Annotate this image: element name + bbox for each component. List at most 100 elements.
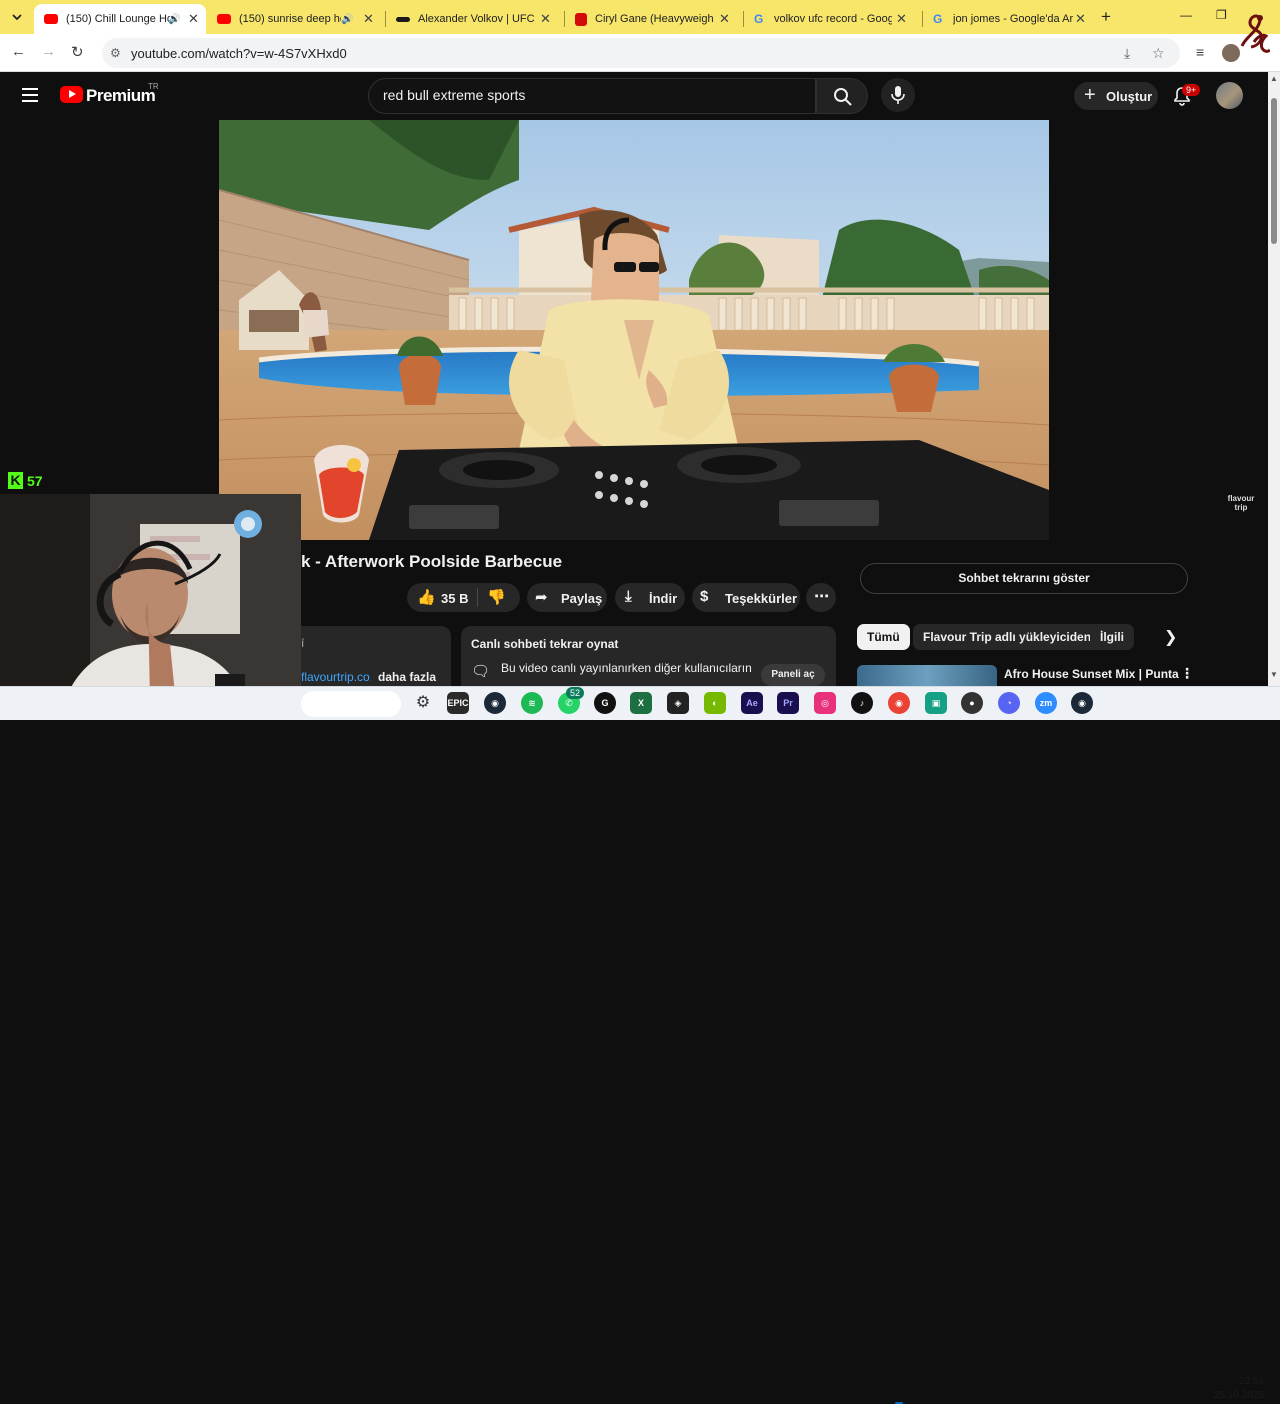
spotify-icon[interactable]: ≋: [521, 692, 543, 714]
description-card[interactable]: í flavourtrip.co... daha fazla: [301, 626, 451, 686]
steam-icon[interactable]: ◉: [1071, 692, 1093, 714]
youtube-brand[interactable]: Premium: [86, 86, 156, 106]
browser-tab-strip: (150) Chill Lounge House 🔊 ✕ (150) sunri…: [0, 0, 1280, 34]
chevron-right-icon[interactable]: ❯: [1164, 627, 1177, 647]
speaker-icon[interactable]: 🔊: [168, 14, 180, 25]
chrome-icon[interactable]: ◉: [888, 692, 910, 714]
video-frame: [219, 120, 1049, 540]
more-vertical-icon[interactable]: ⋮: [1180, 665, 1194, 682]
tab-chill-lounge[interactable]: (150) Chill Lounge House 🔊 ✕: [34, 4, 206, 34]
search-button[interactable]: [816, 78, 868, 114]
creative-cloud-icon[interactable]: ◎: [814, 692, 836, 714]
tab-ciryl-gane[interactable]: Ciryl Gane (Heavyweight) | UFC ✕: [565, 4, 743, 34]
taskbar-search[interactable]: [301, 691, 401, 717]
tab-search-button[interactable]: [6, 6, 28, 28]
excel-icon[interactable]: X: [630, 692, 652, 714]
youtube-icon: [44, 14, 58, 24]
epic-games-icon[interactable]: EPIC: [447, 692, 469, 714]
show-chat-replay-button[interactable]: Sohbet tekrarını göster: [860, 563, 1188, 594]
chevron-down-icon: [12, 14, 22, 20]
forward-icon[interactable]: →: [41, 43, 56, 60]
g-hub-icon[interactable]: G: [594, 692, 616, 714]
search-box[interactable]: [368, 78, 816, 114]
chip-from-uploader[interactable]: Flavour Trip adlı yükleyiciden: [913, 624, 1102, 650]
speaker-icon[interactable]: 🔊: [341, 14, 353, 25]
microphone-icon: [891, 86, 905, 104]
tab-volkov-record[interactable]: G volkov ufc record - Google'da Ara ✕: [744, 4, 922, 34]
discord-icon[interactable]: ◔: [998, 692, 1020, 714]
thanks-icon: $: [700, 588, 709, 605]
restore-icon[interactable]: ❐: [1216, 8, 1227, 22]
tab-title: (150) sunrise deep house: [239, 13, 341, 25]
like-count[interactable]: 35 B: [441, 591, 468, 606]
download-button[interactable]: ⤓ İndir: [615, 583, 685, 612]
steam-icon[interactable]: ◉: [484, 692, 506, 714]
scrollbar-thumb[interactable]: [1271, 98, 1277, 244]
media-control-icon[interactable]: ≡: [1196, 44, 1204, 60]
chip-all[interactable]: Tümü: [857, 624, 910, 650]
more-actions-button[interactable]: ⋯: [806, 583, 836, 612]
video-player[interactable]: [219, 120, 1049, 540]
obs-icon[interactable]: ●: [961, 692, 983, 714]
chat-bubble-icon: 🗨: [471, 663, 491, 680]
share-button[interactable]: ➦ Paylaş: [527, 583, 607, 612]
description-link[interactable]: flavourtrip.co...: [301, 670, 371, 684]
tab-alexander-volkov[interactable]: Alexander Volkov | UFC ✕: [386, 4, 564, 34]
voice-search-button[interactable]: [881, 78, 915, 112]
live-card-text: Bu video canlı yayınlanırken diğer kulla…: [501, 661, 752, 675]
account-avatar[interactable]: [1216, 82, 1243, 109]
close-tab-icon[interactable]: ✕: [896, 11, 907, 27]
settings-gear-icon[interactable]: ⚙: [412, 692, 434, 714]
zoom-icon[interactable]: zm: [1035, 692, 1057, 714]
back-icon[interactable]: ←: [11, 43, 26, 60]
razer-icon[interactable]: ◈: [667, 692, 689, 714]
nvidia-icon[interactable]: ◐: [704, 692, 726, 714]
menu-icon[interactable]: [22, 88, 38, 102]
like-dislike-group: 👍 35 B 👎: [407, 583, 520, 612]
site-info-icon[interactable]: ⚙: [110, 46, 121, 60]
create-label: Oluştur: [1106, 89, 1153, 104]
close-tab-icon[interactable]: ✕: [363, 11, 374, 27]
reload-icon[interactable]: ↻: [71, 43, 84, 61]
divider: [477, 588, 478, 607]
open-panel-button[interactable]: Paneli aç: [761, 664, 825, 686]
notification-count-badge: 9+: [1182, 84, 1201, 96]
tab-title: Ciryl Gane (Heavyweight) | UFC: [595, 13, 713, 25]
tab-jon-jomes[interactable]: G jon jomes - Google'da Ara ✕: [923, 4, 1099, 34]
create-button[interactable]: + Oluştur: [1074, 82, 1158, 110]
after-effects-icon[interactable]: Ae: [741, 692, 763, 714]
ufc-red-icon: [575, 12, 587, 26]
tab-title: Alexander Volkov | UFC: [418, 13, 535, 25]
youtube-logo-icon[interactable]: [60, 86, 83, 103]
android-icon[interactable]: ▣: [925, 692, 947, 714]
close-tab-icon[interactable]: ✕: [719, 11, 730, 27]
windows-taskbar: ⚙ EPIC ◉ ≋ ✆ G X ◈ ◐ Ae Pr ◎ ♪ ◉ ▣ ● ◔ z…: [0, 686, 1280, 1404]
scroll-down-icon[interactable]: ▼: [1270, 670, 1278, 679]
system-clock[interactable]: 23:54 25.10.2025: [1206, 1375, 1264, 1403]
tab-sunrise-deep-house[interactable]: (150) sunrise deep house 🔊 ✕: [207, 4, 385, 34]
install-app-icon[interactable]: ⤓: [1124, 45, 1130, 62]
description-more[interactable]: daha fazla: [378, 670, 436, 684]
bookmark-star-icon[interactable]: ☆: [1152, 45, 1165, 62]
ufc-icon: [396, 16, 410, 22]
share-label: Paylaş: [561, 591, 603, 606]
like-icon[interactable]: 👍: [417, 588, 436, 606]
recommended-thumbnail[interactable]: [857, 665, 997, 686]
close-tab-icon[interactable]: ✕: [540, 11, 551, 27]
chip-related[interactable]: İlgili: [1090, 624, 1134, 650]
recommended-title[interactable]: Afro House Sunset Mix | Punta: [1004, 667, 1179, 681]
thanks-button[interactable]: $ Teşekkürler: [692, 583, 800, 612]
premiere-icon[interactable]: Pr: [777, 692, 799, 714]
page-scrollbar[interactable]: ▲ ▼: [1268, 72, 1280, 686]
close-tab-icon[interactable]: ✕: [188, 11, 199, 27]
minimize-icon[interactable]: —: [1180, 8, 1192, 22]
youtube-masthead: Premium TR + Oluştur 9+: [0, 72, 1268, 120]
new-tab-button[interactable]: +: [1101, 7, 1111, 27]
tiktok-icon[interactable]: ♪: [851, 692, 873, 714]
search-input[interactable]: [383, 87, 803, 103]
dislike-icon[interactable]: 👎: [487, 588, 506, 606]
more-horizontal-icon: ⋯: [814, 588, 829, 605]
address-bar[interactable]: ⚙ youtube.com/watch?v=w-4S7vXHxd0 ⤓ ☆: [102, 38, 1180, 68]
scroll-up-icon[interactable]: ▲: [1270, 74, 1278, 83]
close-tab-icon[interactable]: ✕: [1075, 11, 1086, 27]
